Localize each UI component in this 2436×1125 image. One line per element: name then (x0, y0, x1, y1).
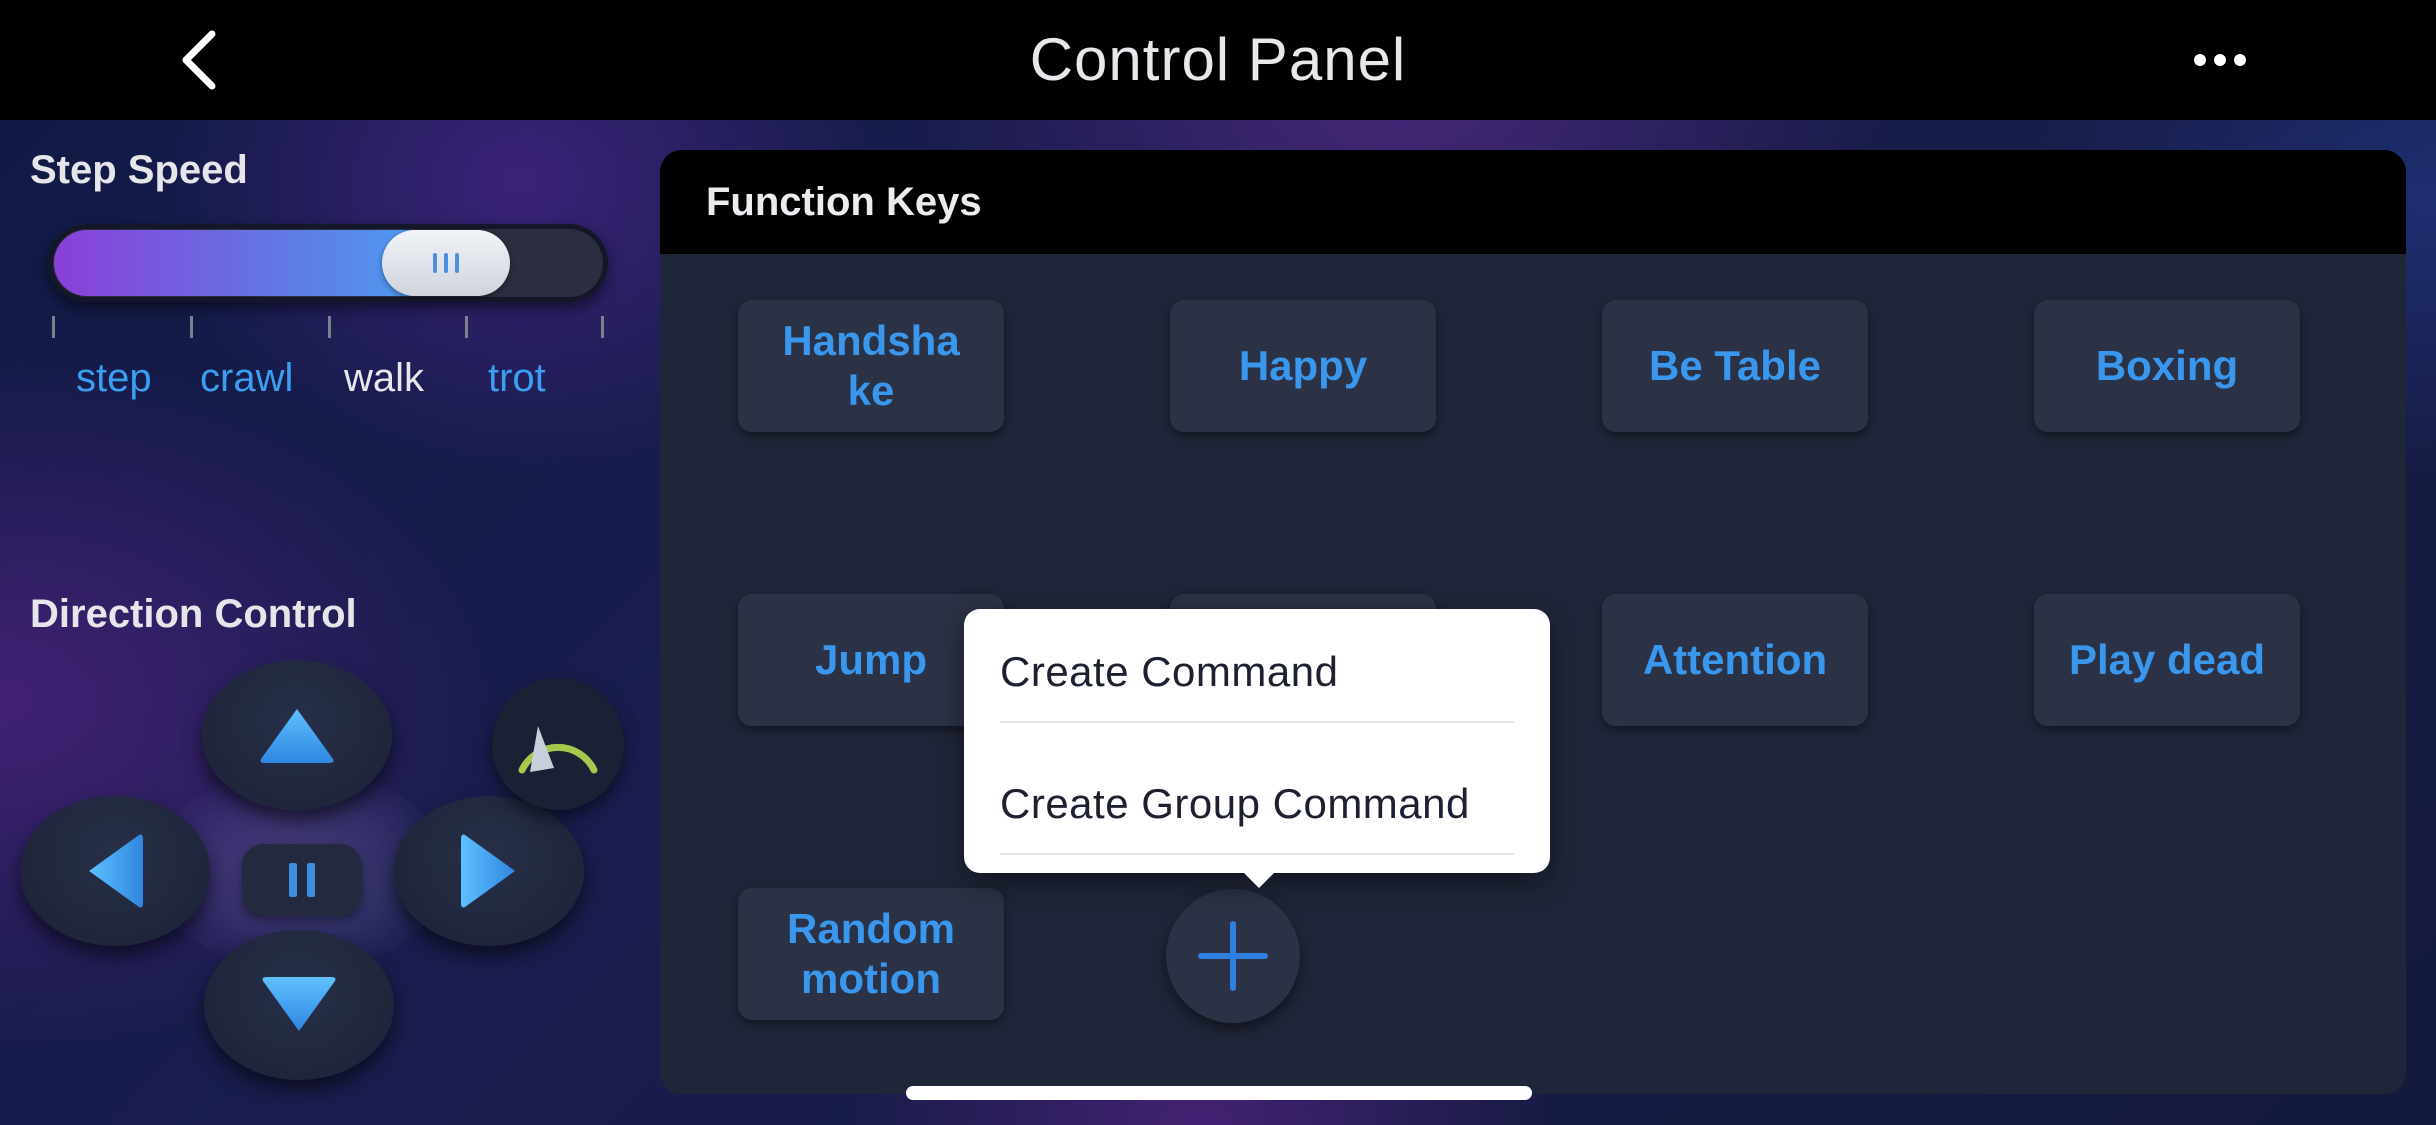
home-indicator (906, 1086, 1532, 1100)
speedometer-icon (518, 726, 598, 774)
move-right-button[interactable] (394, 796, 584, 946)
move-down-button[interactable] (204, 930, 394, 1080)
create-command-popover: Create Command Create Group Command (964, 609, 1550, 873)
up-arrow-icon (260, 709, 334, 763)
step-speed-slider[interactable] (48, 224, 608, 302)
plus-icon (1198, 921, 1268, 991)
key-play-dead[interactable]: Play dead (2034, 594, 2300, 726)
right-arrow-icon (461, 834, 515, 908)
slider-tick (601, 316, 604, 338)
slider-tick (465, 316, 468, 338)
function-keys-header: Function Keys (660, 150, 2406, 254)
move-left-button[interactable] (20, 796, 210, 946)
left-arrow-icon (89, 834, 143, 908)
slider-tick (190, 316, 193, 338)
speed-option-trot[interactable]: trot (488, 356, 546, 401)
menu-divider (1000, 853, 1514, 855)
speedometer-button[interactable] (492, 678, 624, 810)
speed-option-walk[interactable]: walk (344, 356, 424, 401)
speed-option-step[interactable]: step (76, 356, 152, 401)
ellipsis-icon (2194, 54, 2206, 66)
popover-arrow (1239, 868, 1279, 888)
down-arrow-icon (262, 977, 336, 1031)
page-title: Control Panel (1029, 26, 1407, 93)
key-happy[interactable]: Happy (1170, 300, 1436, 432)
top-bar: Control Panel (0, 0, 2436, 120)
menu-divider (1000, 721, 1514, 723)
more-options-button[interactable] (2180, 34, 2260, 86)
key-boxing[interactable]: Boxing (2034, 300, 2300, 432)
key-handshake[interactable]: Handsha ke (738, 300, 1004, 432)
pause-icon (289, 863, 297, 897)
direction-control-label: Direction Control (30, 592, 357, 636)
key-attention[interactable]: Attention (1602, 594, 1868, 726)
step-speed-label: Step Speed (30, 148, 248, 192)
function-keys-title: Function Keys (706, 180, 982, 224)
create-command-item[interactable]: Create Command (1000, 619, 1550, 751)
key-random-motion[interactable]: Random motion (738, 888, 1004, 1020)
add-command-button[interactable] (1166, 889, 1300, 1023)
slider-tick (328, 316, 331, 338)
move-up-button[interactable] (202, 660, 392, 810)
slider-tick (52, 316, 55, 338)
speed-option-crawl[interactable]: crawl (200, 356, 293, 401)
stop-button[interactable] (242, 844, 362, 916)
create-group-command-item[interactable]: Create Group Command (1000, 751, 1550, 883)
step-speed-thumb[interactable] (382, 230, 510, 296)
key-be-table[interactable]: Be Table (1602, 300, 1868, 432)
